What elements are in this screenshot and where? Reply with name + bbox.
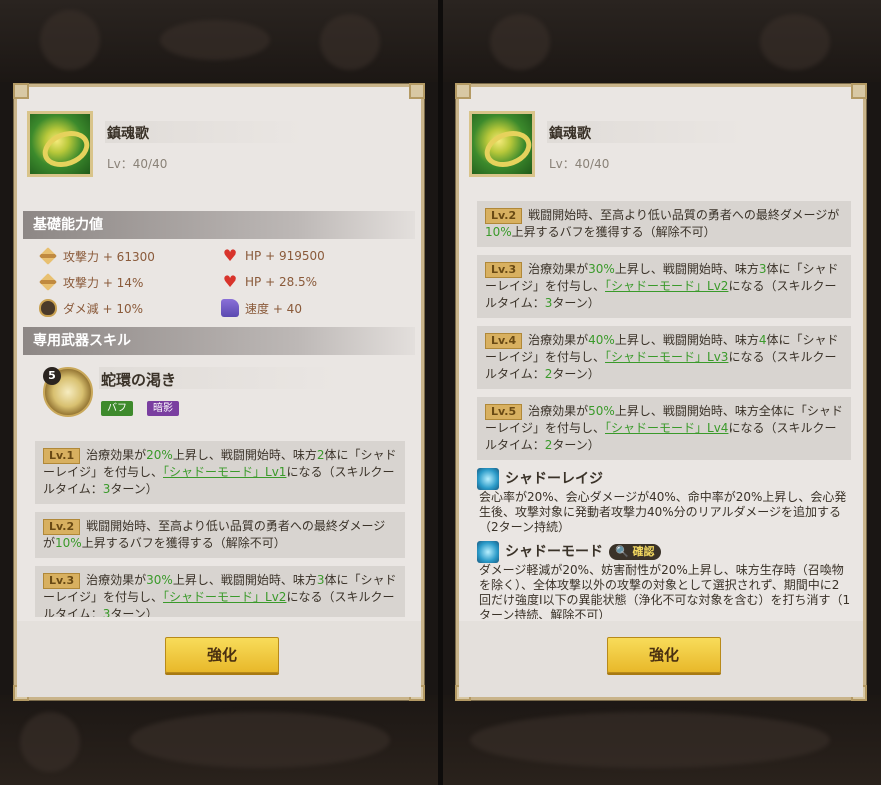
tag-shadow: 暗影 xyxy=(147,401,179,416)
skill-level-item: Lv.3 治療効果が30%上昇し、戦闘開始時、味方3体に「シャドーレイジ」を付与し… xyxy=(477,255,851,318)
sword-icon xyxy=(39,247,57,265)
level-tag: Lv.5 xyxy=(485,404,523,420)
equipment-panel-right: 鎮魂歌 Lv：40/40 Lv.2 戦闘開始時、至高より低い品質の勇者への最終ダメ… xyxy=(455,83,867,701)
stat-damage-reduction: ダメ減 + 10% xyxy=(39,299,143,317)
effect-shadow-mode: シャドーモード 🔍 確認 ダメージ軽減が20%、妨害耐性が20%上昇し、味方生存時… xyxy=(477,541,851,619)
bottom-bar: 強化 xyxy=(17,621,421,697)
skill-header: 5 蛇環の渇き バフ 暗影 xyxy=(39,367,399,423)
equipment-panel-left: 鎮魂歌 Lv：40/40 基礎能力値 攻撃力 + 61300 ♥ HP + 91… xyxy=(13,83,425,701)
shadow-mode-link[interactable]: 「シャドーモード」Lv4 xyxy=(605,421,728,435)
level-tag: Lv.3 xyxy=(485,262,523,278)
enhance-button[interactable]: 強化 xyxy=(165,637,279,673)
screen-divider xyxy=(438,0,443,785)
level-tag: Lv.2 xyxy=(43,519,81,535)
section-base-stats: 基礎能力値 xyxy=(23,211,415,239)
sword-icon xyxy=(39,273,57,291)
equipment-icon[interactable] xyxy=(469,111,537,177)
equipment-icon[interactable] xyxy=(27,111,95,177)
skill-detail-scroll[interactable]: Lv.2 戦闘開始時、至高より低い品質の勇者への最終ダメージが10%上昇するバフを… xyxy=(477,201,851,619)
confirm-chip[interactable]: 🔍 確認 xyxy=(609,544,661,560)
frame-corner xyxy=(851,83,867,99)
shadow-mode-link[interactable]: 「シャドーモード」Lv2 xyxy=(163,590,286,604)
effect-name: シャドーモード xyxy=(505,544,603,560)
shield-icon xyxy=(39,299,57,317)
heart-icon: ♥ xyxy=(222,272,238,291)
stat-speed: 速度 + 40 xyxy=(221,299,302,317)
stat-hp-percent: ♥ HP + 28.5% xyxy=(222,272,318,291)
heart-icon: ♥ xyxy=(222,246,238,265)
effect-name: シャドーレイジ xyxy=(505,471,603,487)
stat-hp: ♥ HP + 919500 xyxy=(222,246,325,265)
equipment-name: 鎮魂歌 xyxy=(549,126,591,142)
background-blur xyxy=(130,712,390,768)
stat-attack-percent: 攻撃力 + 14% xyxy=(39,273,143,291)
skill-level-item: Lv.3 治療効果が30%上昇し、戦闘開始時、味方3体に「シャドーレイジ」を付与し… xyxy=(35,566,405,617)
bottom-bar: 強化 xyxy=(459,621,863,697)
shadow-rage-icon xyxy=(477,468,499,490)
shadow-mode-link[interactable]: 「シャドーモード」Lv1 xyxy=(163,465,286,479)
equipment-name: 鎮魂歌 xyxy=(107,126,149,142)
shadow-mode-icon xyxy=(477,541,499,563)
background-blur xyxy=(40,10,100,70)
equipment-header: 鎮魂歌 Lv：40/40 xyxy=(27,111,411,185)
background-blur xyxy=(760,14,830,70)
skill-levels-list[interactable]: Lv.1 治療効果が20%上昇し、戦闘開始時、味方2体に「シャドーレイジ」を付与し… xyxy=(35,441,405,617)
skill-level-badge: 5 xyxy=(43,367,61,385)
background-blur xyxy=(320,14,380,70)
frame-corner xyxy=(13,83,29,99)
effect-description: 会心率が20%、会心ダメージが40%、命中率が20%上昇し、会心発生後、攻撃対象… xyxy=(479,490,847,534)
enhance-button[interactable]: 強化 xyxy=(607,637,721,673)
frame-corner xyxy=(455,83,471,99)
skill-level-item: Lv.5 治療効果が50%上昇し、戦闘開始時、味方全体に「シャドーレイジ」を付与し… xyxy=(477,397,851,460)
level-tag: Lv.4 xyxy=(485,333,523,349)
effect-shadow-rage: シャドーレイジ 会心率が20%、会心ダメージが40%、命中率が20%上昇し、会心… xyxy=(477,468,851,535)
equipment-level: Lv：40/40 xyxy=(549,157,610,171)
background-blur xyxy=(490,14,550,70)
skill-level-item: Lv.4 治療効果が40%上昇し、戦闘開始時、味方4体に「シャドーレイジ」を付与し… xyxy=(477,326,851,389)
section-exclusive-skill: 専用武器スキル xyxy=(23,327,415,355)
level-tag: Lv.3 xyxy=(43,573,81,589)
background-blur xyxy=(160,20,270,60)
skill-name: 蛇環の渇き xyxy=(101,371,177,389)
equipment-level: Lv：40/40 xyxy=(107,157,168,171)
skill-level-item: Lv.1 治療効果が20%上昇し、戦闘開始時、味方2体に「シャドーレイジ」を付与し… xyxy=(35,441,405,504)
tag-buff: バフ xyxy=(101,401,133,416)
boot-icon xyxy=(221,299,239,317)
shadow-mode-link[interactable]: 「シャドーモード」Lv2 xyxy=(605,279,728,293)
effect-description: ダメージ軽減が20%、妨害耐性が20%上昇し、味方生存時（召喚物を除く）、全体攻… xyxy=(479,563,851,619)
background-blur xyxy=(470,712,830,768)
level-tag: Lv.1 xyxy=(43,448,81,464)
skill-level-item: Lv.2 戦闘開始時、至高より低い品質の勇者への最終ダメージが10%上昇するバフを… xyxy=(35,512,405,558)
equipment-header: 鎮魂歌 Lv：40/40 xyxy=(469,111,853,185)
level-tag: Lv.2 xyxy=(485,208,523,224)
shadow-mode-link[interactable]: 「シャドーモード」Lv3 xyxy=(605,350,728,364)
skill-icon[interactable]: 5 xyxy=(43,367,93,417)
frame-corner xyxy=(409,83,425,99)
skill-level-item: Lv.2 戦闘開始時、至高より低い品質の勇者への最終ダメージが10%上昇するバフを… xyxy=(477,201,851,247)
background-blur xyxy=(20,712,80,772)
stat-attack: 攻撃力 + 61300 xyxy=(39,247,155,265)
